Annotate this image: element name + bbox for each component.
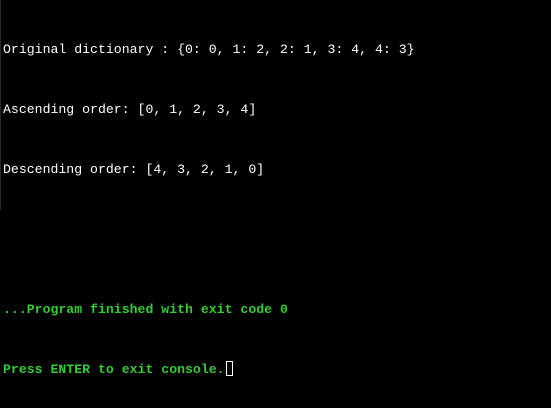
- console-output: Original dictionary : {0: 0, 1: 2, 2: 1,…: [3, 0, 415, 408]
- output-line-original-dictionary: Original dictionary : {0: 0, 1: 2, 2: 1,…: [3, 42, 415, 57]
- block-cursor-icon[interactable]: [225, 361, 233, 376]
- output-line-ascending-order: Ascending order: [0, 1, 2, 3, 4]: [3, 102, 257, 117]
- blank-space: [3, 220, 415, 260]
- left-edge-strip: [0, 0, 1, 210]
- exit-prompt-line: Press ENTER to exit console.: [3, 360, 415, 380]
- output-line-descending-order: Descending order: [4, 3, 2, 1, 0]: [3, 162, 265, 177]
- exit-prompt-text: Press ENTER to exit console.: [3, 362, 225, 377]
- console-window[interactable]: Original dictionary : {0: 0, 1: 2, 2: 1,…: [0, 0, 551, 408]
- exit-status-message: ...Program finished with exit code 0: [3, 302, 288, 317]
